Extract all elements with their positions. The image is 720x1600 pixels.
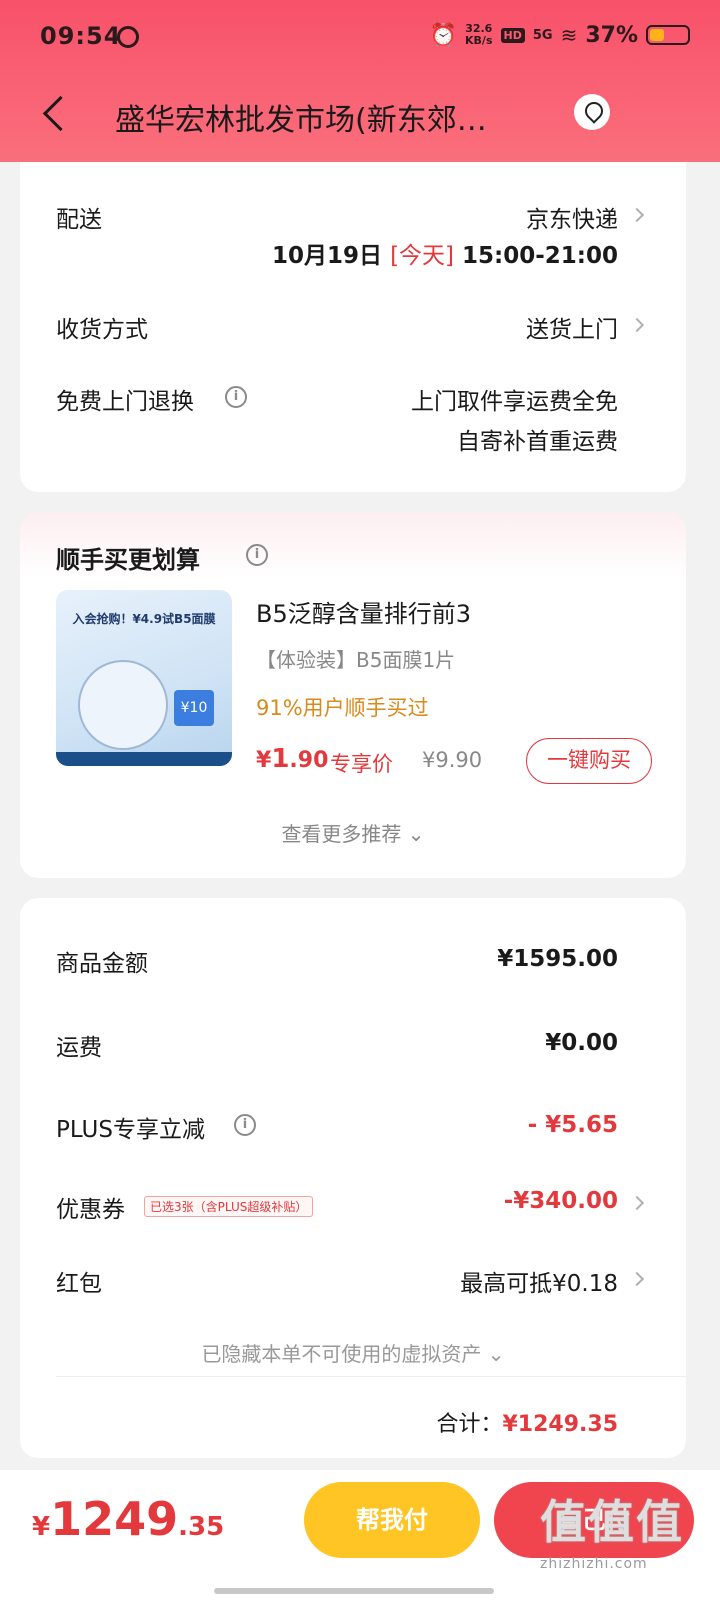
exclusive-price-tag: 专享价	[330, 752, 393, 776]
red-packet-value[interactable]: 最高可抵¥0.18	[460, 1264, 618, 1298]
plus-discount-label: PLUS专享立减	[56, 1117, 205, 1143]
recommend-card: 顺手买更划算 i 入会抢购！¥4.9试B5面膜 ¥10 B5泛醇含量排行前3 【…	[20, 512, 686, 878]
chevron-right-icon[interactable]	[629, 207, 645, 223]
location-icon[interactable]	[574, 94, 610, 130]
product-popularity: 91%用户顺手买过	[256, 696, 429, 720]
battery-percent: 37%	[585, 22, 638, 48]
product-image-footer	[56, 752, 232, 766]
nav-bar: 盛华宏林批发市场(新东郊…	[0, 75, 720, 155]
payable-amount: ¥1249.35	[32, 1492, 225, 1546]
hd-badge: HD	[500, 27, 525, 43]
recommend-title: 顺手买更划算	[56, 546, 200, 574]
shipping-method[interactable]: 京东快递	[526, 200, 618, 234]
order-total: 合计：¥1249.35	[436, 1412, 618, 1437]
plus-discount-value: - ¥5.65	[527, 1112, 618, 1138]
one-click-buy-button[interactable]: 一键购买	[526, 738, 652, 784]
coupon-label: 优惠券	[56, 1197, 125, 1223]
info-icon[interactable]: i	[225, 386, 247, 408]
status-icons: ⏰ 32.6 KB/s HD 5G ≋ 37%	[430, 20, 690, 50]
chevron-right-icon[interactable]	[629, 317, 645, 333]
header-background: 09:54 ⏰ 32.6 KB/s HD 5G ≋ 37% 盛华宏林批发市场(新…	[0, 0, 720, 162]
info-icon[interactable]: i	[246, 544, 268, 566]
price-summary-card: 商品金额 ¥1595.00 运费 ¥0.00 PLUS专享立减 i - ¥5.6…	[20, 898, 686, 1458]
product-image[interactable]: 入会抢购！¥4.9试B5面膜 ¥10	[56, 590, 232, 766]
chevron-right-icon[interactable]	[629, 1195, 645, 1211]
coupon-selected-tag[interactable]: 已选3张（含PLUS超级补贴）	[144, 1196, 314, 1217]
page-title: 盛华宏林批发市场(新东郊…	[115, 103, 487, 138]
alarm-icon: ⏰	[429, 22, 458, 48]
product-image-banner: 入会抢购！¥4.9试B5面膜	[72, 612, 216, 626]
delivery-card: 配送 京东快递 10月19日 [今天] 15:00-21:00 收货方式 送货上…	[20, 162, 686, 492]
red-packet-label: 红包	[56, 1271, 102, 1297]
product-name[interactable]: B5泛醇含量排行前3	[256, 594, 471, 629]
shipping-label: 配送	[56, 207, 102, 233]
net-speed: 32.6 KB/s	[465, 22, 493, 47]
freight-label: 运费	[56, 1035, 102, 1061]
goods-amount-label: 商品金额	[56, 951, 148, 977]
divider	[56, 1376, 686, 1377]
delivery-time[interactable]: 10月19日 [今天] 15:00-21:00	[272, 236, 618, 270]
status-bar: 09:54 ⏰ 32.6 KB/s HD 5G ≋ 37%	[0, 0, 720, 70]
product-image-coupon: ¥10	[174, 690, 214, 726]
freight-value: ¥0.00	[545, 1030, 618, 1056]
mask-illustration	[78, 660, 168, 750]
free-return-line2: 自寄补首重运费	[457, 429, 618, 455]
info-icon[interactable]: i	[234, 1114, 256, 1136]
product-spec: 【体验装】B5面膜1片	[256, 648, 456, 672]
receive-method-label: 收货方式	[56, 317, 148, 343]
wifi-icon: ≋	[560, 23, 578, 47]
back-icon[interactable]	[38, 93, 74, 133]
free-return-line1: 上门取件享运费全免	[411, 389, 618, 415]
coupon-value[interactable]: -¥340.00	[504, 1188, 618, 1214]
signal-icon: 5G	[532, 27, 553, 43]
chevron-right-icon[interactable]	[629, 1271, 645, 1287]
site-watermark: 值值值 zhizhizhi.com	[540, 1495, 684, 1572]
battery-icon	[646, 25, 690, 45]
original-price: ¥9.90	[422, 748, 483, 772]
hidden-assets-toggle[interactable]: 已隐藏本单不可使用的虚拟资产 ⌄	[20, 1338, 686, 1367]
goods-amount-value: ¥1595.00	[497, 946, 618, 972]
receive-method-value[interactable]: 送货上门	[526, 310, 618, 344]
home-indicator[interactable]	[214, 1588, 494, 1594]
product-price: ¥1.90	[256, 744, 329, 774]
free-return-label: 免费上门退换	[56, 389, 194, 415]
more-recommend-link[interactable]: 查看更多推荐 ⌄	[20, 818, 686, 847]
help-me-pay-button[interactable]: 帮我付	[304, 1482, 480, 1558]
notification-icon	[117, 26, 139, 48]
clock: 09:54	[40, 22, 122, 50]
